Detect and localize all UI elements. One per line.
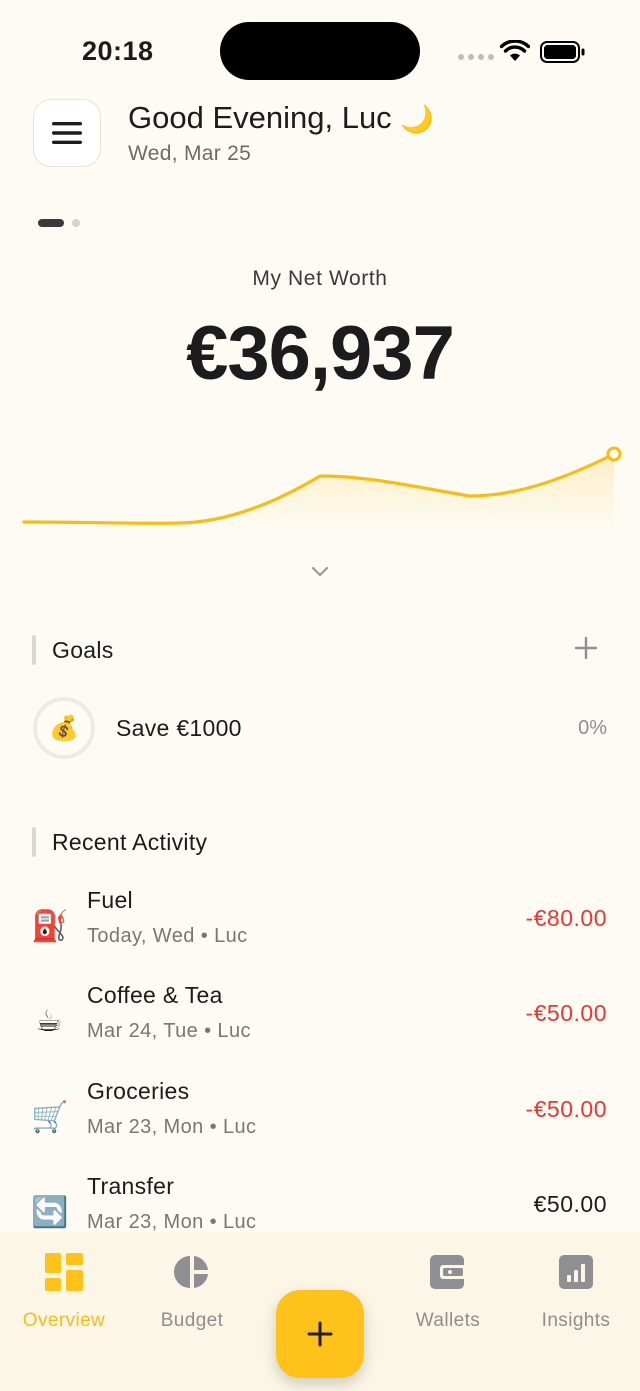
chevron-down-icon[interactable]	[308, 564, 332, 580]
sparkline-area	[24, 454, 614, 530]
greeting-title: Good Evening, Luc 🌙	[128, 100, 434, 136]
page-dot-active[interactable]	[38, 219, 64, 227]
transaction-amount: -€80.00	[525, 905, 607, 931]
pie-chart-icon	[174, 1256, 208, 1288]
dynamic-island	[220, 22, 420, 80]
current-date: Wed, Mar 25	[128, 142, 252, 165]
cellular-signal-icon	[458, 54, 494, 60]
tab-overview-label: Overview	[22, 1310, 106, 1331]
goal-progress: 0%	[578, 717, 607, 739]
net-worth-label: My Net Worth	[252, 267, 388, 290]
transaction-subtitle: Today, Wed • Luc	[87, 925, 248, 947]
transaction-title: Transfer	[87, 1173, 175, 1199]
tab-insights-label: Insights	[541, 1310, 611, 1331]
transaction-row[interactable]: ☕ Coffee & Tea Mar 24, Tue • Luc -€50.00	[0, 982, 640, 1062]
tab-budget[interactable]: Budget	[128, 1252, 256, 1332]
transaction-subtitle: Mar 24, Tue • Luc	[87, 1020, 251, 1042]
page-indicator[interactable]	[38, 219, 80, 227]
transaction-title: Groceries	[87, 1078, 190, 1104]
tab-insights[interactable]: Insights	[512, 1252, 640, 1332]
tab-wallets-label: Wallets	[415, 1310, 481, 1331]
recent-activity-title: Recent Activity	[32, 827, 207, 857]
goals-section-title: Goals	[32, 635, 114, 665]
moon-icon: 🌙	[400, 104, 434, 134]
tab-overview[interactable]: Overview	[0, 1252, 128, 1332]
transaction-amount: -€50.00	[525, 1096, 607, 1122]
fuel-pump-icon: ⛽	[31, 910, 69, 943]
tab-budget-label: Budget	[160, 1310, 224, 1331]
dashboard-icon	[45, 1253, 83, 1291]
transaction-row[interactable]: ⛽ Fuel Today, Wed • Luc -€80.00	[0, 887, 640, 967]
transaction-title: Fuel	[87, 887, 133, 913]
net-worth-value: €36,937	[186, 311, 455, 396]
app-screen: 20:18 Good Evening, Luc 🌙 Wed, Mar 25 My…	[0, 0, 640, 1391]
wallet-icon	[430, 1255, 466, 1289]
battery-icon	[540, 41, 585, 63]
tab-wallets[interactable]: Wallets	[384, 1252, 512, 1332]
hamburger-icon	[52, 122, 82, 144]
shopping-cart-icon: 🛒	[31, 1101, 69, 1134]
greeting-text: Good Evening, Luc	[128, 100, 392, 135]
transfer-icon: 🔄	[31, 1196, 69, 1229]
net-worth-sparkline[interactable]	[0, 430, 640, 530]
transaction-row[interactable]: 🛒 Groceries Mar 23, Mon • Luc -€50.00	[0, 1078, 640, 1158]
page-dot[interactable]	[72, 219, 80, 227]
add-transaction-button[interactable]	[276, 1290, 364, 1378]
transaction-amount: €50.00	[533, 1191, 607, 1217]
transaction-title: Coffee & Tea	[87, 982, 223, 1008]
transaction-subtitle: Mar 23, Mon • Luc	[87, 1211, 257, 1233]
transaction-amount: -€50.00	[525, 1000, 607, 1026]
plus-icon	[307, 1321, 333, 1347]
menu-button[interactable]	[33, 99, 101, 167]
add-goal-icon[interactable]	[572, 634, 600, 662]
bar-chart-icon	[559, 1255, 593, 1289]
money-bag-icon: 💰	[49, 714, 79, 742]
goal-progress-ring[interactable]: 💰	[33, 697, 95, 759]
sparkline-endpoint	[606, 446, 622, 462]
coffee-icon: ☕	[35, 1005, 63, 1038]
status-time: 20:18	[82, 36, 154, 66]
goal-name[interactable]: Save €1000	[116, 715, 242, 742]
transaction-subtitle: Mar 23, Mon • Luc	[87, 1116, 257, 1138]
wifi-icon	[500, 40, 530, 61]
